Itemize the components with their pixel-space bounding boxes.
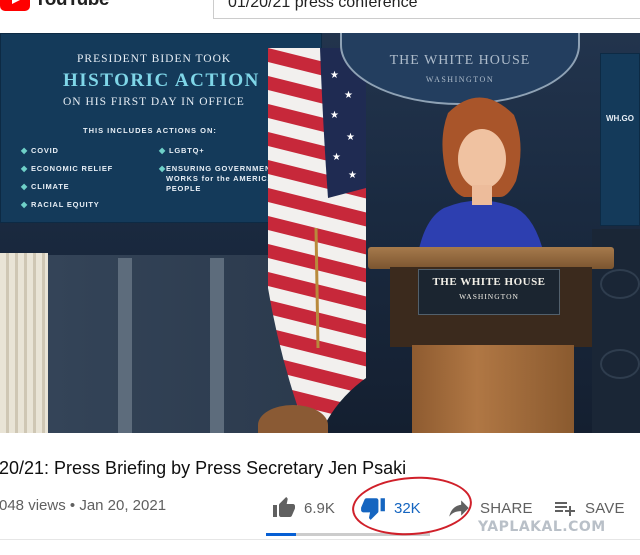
svg-text:★: ★ [332,152,341,163]
search-input[interactable] [228,0,638,12]
svg-text:★: ★ [330,110,339,121]
screen-bullet: ◆ ECONOMIC RELIEF [21,164,114,173]
bullet-icon: ◆ [159,164,166,173]
bullet-icon: ◆ [21,182,28,191]
screen-bullet: ◆ CLIMATE [21,182,70,191]
youtube-play-icon [0,0,30,11]
screen-line-3: ON HIS FIRST DAY IN OFFICE [63,96,245,108]
like-button[interactable]: 6.9K [272,492,335,524]
podium-base [412,345,574,433]
bullet-icon: ◆ [21,164,28,173]
search-box[interactable] [213,0,640,19]
wall-emblem [600,349,640,379]
thumbs-up-icon [273,497,295,517]
svg-text:★: ★ [330,70,339,81]
youtube-wordmark: YouTube [34,0,109,11]
podium-plate: THE WHITE HOUSE WASHINGTON [418,269,560,315]
annotation-circle [350,472,474,540]
info-screen-right: WH.GO [600,53,640,226]
podium-top [368,247,614,269]
screen-line-4: THIS INCLUDES ACTIONS ON: [83,126,217,135]
screen-url: WH.GO [606,114,634,123]
save-label: SAVE [585,499,625,517]
sign-subtitle: WASHINGTON [425,75,495,84]
divider [0,539,640,540]
screen-bullets-left: ◆ COVID ◆ ECONOMIC RELIEF ◆ CLIMATE ◆ RACIAL… [21,146,113,218]
screen-bullet: ◆ COVID [21,146,59,155]
like-count: 6.9K [304,499,335,517]
screen-bullet: ◆ RACIAL EQUITY [21,200,100,209]
youtube-logo[interactable]: YouTube [0,0,109,12]
screen-line-1: PRESIDENT BIDEN TOOK [77,53,232,65]
bullet-icon: ◆ [21,200,28,209]
top-bar: YouTube [0,0,640,33]
bullet-icon: ◆ [159,146,166,155]
american-flag: ★ ★ ★ ★ ★ ★ [268,48,366,428]
screen-headline: HISTORIC ACTION [63,70,260,91]
svg-text:★: ★ [344,90,353,101]
wall-panel [210,258,224,433]
sign-title: THE WHITE HOUSE [389,53,531,68]
svg-text:★: ★ [348,170,357,181]
share-label: SHARE [480,499,533,517]
curtain [0,253,48,433]
wall-emblem [600,269,640,299]
svg-text:★: ★ [346,132,355,143]
wall-panel [118,258,132,433]
podium-title: THE WHITE HOUSE [432,276,546,288]
playlist-add-icon [555,502,575,516]
video-player[interactable]: PRESIDENT BIDEN TOOK HISTORIC ACTION ON … [0,33,640,433]
watermark: YAPLAKAL.COM [478,519,606,535]
bullet-icon: ◆ [21,146,28,155]
video-title: 20/21: Press Briefing by Press Secretary… [0,458,407,478]
podium-subtitle: WASHINGTON [459,292,519,301]
sentiment-bar-fill [266,533,296,536]
